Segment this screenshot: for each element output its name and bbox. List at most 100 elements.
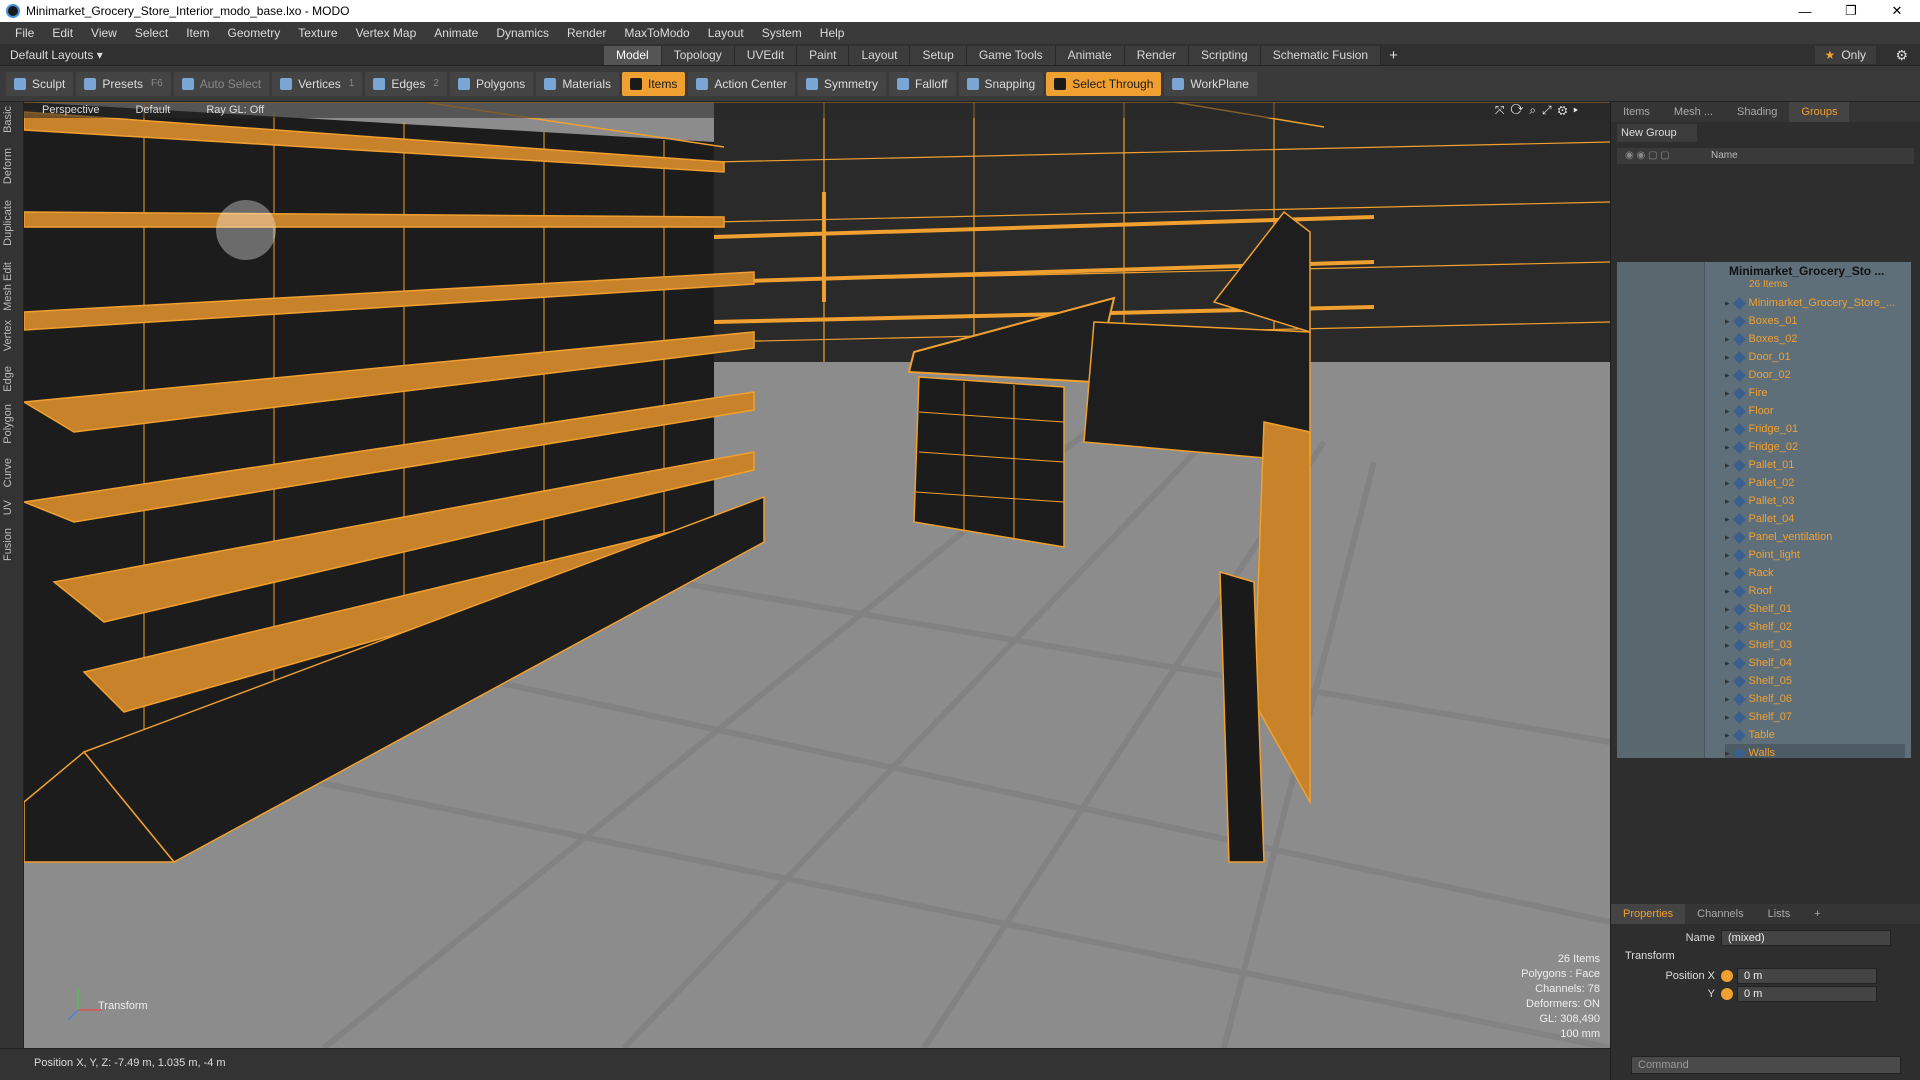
list-item[interactable]: ▸ Shelf_04 bbox=[1725, 654, 1905, 672]
expand-arrow-icon[interactable]: ▸ bbox=[1725, 622, 1730, 633]
shading-default[interactable]: Default bbox=[117, 104, 188, 116]
menu-view[interactable]: View bbox=[82, 26, 126, 40]
menu-render[interactable]: Render bbox=[558, 26, 615, 40]
expand-arrow-icon[interactable]: ▸ bbox=[1725, 730, 1730, 741]
3d-viewport[interactable]: Perspective Default Ray GL: Off ⤧⟳⌕⤢⚙▸ 2… bbox=[24, 102, 1610, 1048]
expand-arrow-icon[interactable]: ▸ bbox=[1725, 442, 1730, 453]
tab-uvedit[interactable]: UVEdit bbox=[734, 46, 798, 65]
list-item[interactable]: ▸ Shelf_03 bbox=[1725, 636, 1905, 654]
transform-header[interactable]: Transform bbox=[1625, 950, 1675, 962]
list-item[interactable]: ▸ Fire bbox=[1725, 384, 1905, 402]
expand-arrow-icon[interactable]: ▸ bbox=[1725, 298, 1730, 309]
tab-basic[interactable]: Basic bbox=[2, 106, 22, 133]
menu-select[interactable]: Select bbox=[126, 26, 177, 40]
symmetry-button[interactable]: Symmetry bbox=[798, 71, 887, 96]
keyframe-dot-icon[interactable] bbox=[1721, 970, 1733, 982]
expand-arrow-icon[interactable]: ▸ bbox=[1725, 550, 1730, 561]
expand-arrow-icon[interactable]: ▸ bbox=[1725, 676, 1730, 687]
expand-arrow-icon[interactable]: ▸ bbox=[1725, 658, 1730, 669]
menu-dynamics[interactable]: Dynamics bbox=[487, 26, 558, 40]
name-field[interactable]: (mixed) bbox=[1721, 930, 1891, 946]
expand-arrow-icon[interactable]: ▸ bbox=[1725, 316, 1730, 327]
list-item[interactable]: ▸ Pallet_03 bbox=[1725, 492, 1905, 510]
action-center-button[interactable]: Action Center bbox=[688, 71, 796, 96]
default-layouts-dropdown[interactable]: Default Layouts ▾ bbox=[10, 48, 103, 62]
list-item[interactable]: ▸ Fridge_02 bbox=[1725, 438, 1905, 456]
list-item[interactable]: ▸ Point_light bbox=[1725, 546, 1905, 564]
list-item[interactable]: ▸ Shelf_05 bbox=[1725, 672, 1905, 690]
tab-topology[interactable]: Topology bbox=[661, 46, 735, 65]
menu-layout[interactable]: Layout bbox=[699, 26, 753, 40]
tab-uv[interactable]: UV bbox=[2, 500, 22, 515]
menu-texture[interactable]: Texture bbox=[289, 26, 346, 40]
tab-shading[interactable]: Shading bbox=[1725, 102, 1789, 122]
list-item[interactable]: ▸ Shelf_02 bbox=[1725, 618, 1905, 636]
expand-arrow-icon[interactable]: ▸ bbox=[1725, 352, 1730, 363]
list-item[interactable]: ▸ Rack bbox=[1725, 564, 1905, 582]
menu-edit[interactable]: Edit bbox=[43, 26, 82, 40]
tab-game-tools[interactable]: Game Tools bbox=[966, 46, 1056, 65]
expand-arrow-icon[interactable]: ▸ bbox=[1725, 496, 1730, 507]
command-input[interactable]: Command bbox=[1631, 1056, 1901, 1074]
tab-model[interactable]: Model bbox=[604, 46, 662, 65]
raygl-toggle[interactable]: Ray GL: Off bbox=[188, 104, 282, 116]
tab-fusion[interactable]: Fusion bbox=[2, 528, 22, 561]
polygons-button[interactable]: Polygons bbox=[449, 71, 534, 96]
edges-button[interactable]: Edges 2 bbox=[365, 71, 447, 96]
add-tab-button[interactable]: + bbox=[1802, 904, 1832, 924]
expand-arrow-icon[interactable]: ▸ bbox=[1725, 532, 1730, 543]
keyframe-dot-icon[interactable] bbox=[1721, 988, 1733, 1000]
list-item[interactable]: ▸ Table bbox=[1725, 726, 1905, 744]
snapping-button[interactable]: Snapping bbox=[958, 71, 1044, 96]
tab-render[interactable]: Render bbox=[1124, 46, 1190, 65]
expand-arrow-icon[interactable]: ▸ bbox=[1725, 334, 1730, 345]
list-item[interactable]: ▸ Pallet_01 bbox=[1725, 456, 1905, 474]
menu-file[interactable]: File bbox=[6, 26, 43, 40]
auto-select-button[interactable]: Auto Select bbox=[173, 71, 270, 96]
position-y-field[interactable]: 0 m bbox=[1737, 986, 1877, 1002]
viewport-nav-icons[interactable]: ⤧⟳⌕⤢⚙▸ bbox=[1477, 103, 1602, 118]
minimize-button[interactable]: — bbox=[1782, 0, 1828, 22]
materials-button[interactable]: Materials bbox=[536, 71, 619, 96]
expand-arrow-icon[interactable]: ▸ bbox=[1725, 406, 1730, 417]
list-item[interactable]: ▸ Pallet_04 bbox=[1725, 510, 1905, 528]
expand-arrow-icon[interactable]: ▸ bbox=[1725, 478, 1730, 489]
tab-animate[interactable]: Animate bbox=[1055, 46, 1125, 65]
tab-edge[interactable]: Edge bbox=[2, 366, 22, 392]
tab-setup[interactable]: Setup bbox=[910, 46, 967, 65]
list-item[interactable]: ▸ Minimarket_Grocery_Store_... bbox=[1725, 294, 1905, 312]
maximize-button[interactable]: ❐ bbox=[1828, 0, 1874, 22]
list-item[interactable]: ▸ Walls bbox=[1725, 744, 1905, 758]
tab-channels[interactable]: Channels bbox=[1685, 904, 1755, 924]
root-group[interactable]: Minimarket_Grocery_Sto ... bbox=[1729, 264, 1884, 278]
tab-mesh[interactable]: Mesh ... bbox=[1662, 102, 1725, 122]
list-item[interactable]: ▸ Pallet_02 bbox=[1725, 474, 1905, 492]
tab-deform[interactable]: Deform bbox=[2, 148, 22, 184]
list-item[interactable]: ▸ Roof bbox=[1725, 582, 1905, 600]
list-item[interactable]: ▸ Boxes_02 bbox=[1725, 330, 1905, 348]
list-item[interactable]: ▸ Boxes_01 bbox=[1725, 312, 1905, 330]
name-column-header[interactable]: Name bbox=[1711, 148, 1738, 164]
view-mode-perspective[interactable]: Perspective bbox=[24, 104, 117, 116]
vertices-button[interactable]: Vertices 1 bbox=[272, 71, 363, 96]
expand-arrow-icon[interactable]: ▸ bbox=[1725, 568, 1730, 579]
gear-icon[interactable]: ⚙ bbox=[1895, 47, 1908, 64]
expand-arrow-icon[interactable]: ▸ bbox=[1725, 640, 1730, 651]
tab-layout[interactable]: Layout bbox=[849, 46, 911, 65]
list-item[interactable]: ▸ Panel_ventilation bbox=[1725, 528, 1905, 546]
expand-arrow-icon[interactable]: ▸ bbox=[1725, 370, 1730, 381]
expand-arrow-icon[interactable]: ▸ bbox=[1725, 748, 1730, 759]
menu-geometry[interactable]: Geometry bbox=[219, 26, 290, 40]
tab-mesh-edit[interactable]: Mesh Edit bbox=[2, 262, 22, 311]
menu-item[interactable]: Item bbox=[177, 26, 218, 40]
list-item[interactable]: ▸ Floor bbox=[1725, 402, 1905, 420]
tab-groups[interactable]: Groups bbox=[1789, 102, 1850, 122]
close-button[interactable]: ✕ bbox=[1874, 0, 1920, 22]
add-layout-button[interactable]: + bbox=[1381, 46, 1406, 65]
only-toggle[interactable]: ★ Only bbox=[1814, 46, 1876, 64]
menu-maxtomodo[interactable]: MaxToModo bbox=[615, 26, 698, 40]
position-x-field[interactable]: 0 m bbox=[1737, 968, 1877, 984]
menu-system[interactable]: System bbox=[753, 26, 811, 40]
tab-schematic-fusion[interactable]: Schematic Fusion bbox=[1260, 46, 1382, 65]
list-item[interactable]: ▸ Fridge_01 bbox=[1725, 420, 1905, 438]
